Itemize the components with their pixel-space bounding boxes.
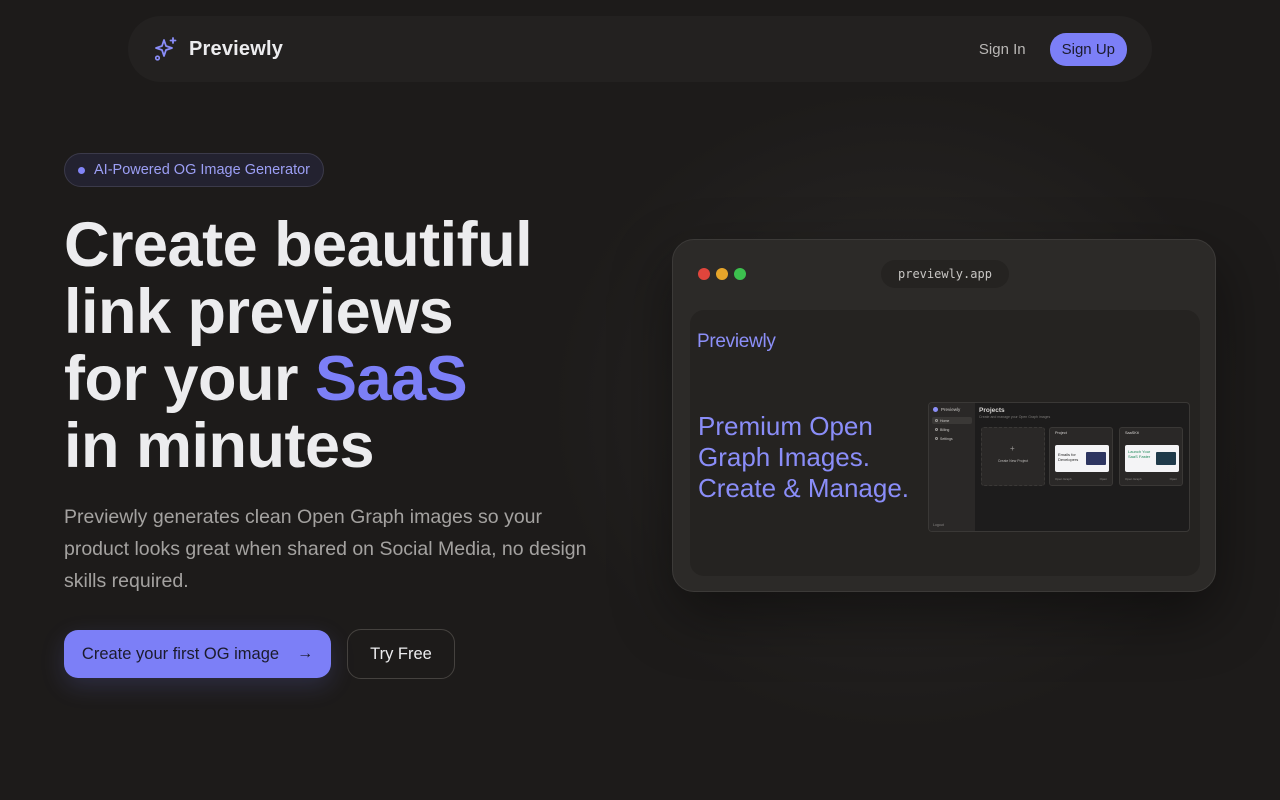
mini-title: Projects [979, 407, 1005, 414]
mini-thumb-image [1156, 452, 1176, 465]
mini-logo-icon [933, 407, 938, 412]
mini-project-thumbnail: Launch Your SaaS Faster [1125, 445, 1179, 472]
mini-footer-right: Open [1169, 477, 1177, 481]
mini-nav-label: Billing [940, 427, 950, 432]
headline-line-3-prefix: for your [64, 344, 316, 414]
badge-text: AI-Powered OG Image Generator [94, 162, 310, 178]
close-dot-icon [698, 268, 710, 280]
mini-footer-right: Open [1099, 477, 1107, 481]
headline-line-1: Create beautiful [64, 210, 533, 280]
mini-nav-label: Settings [940, 436, 953, 441]
headline-line-2: link previews [64, 277, 454, 347]
mini-create-card: + Create New Project [981, 427, 1045, 486]
mini-create-label: Create New Project [997, 459, 1029, 463]
plus-icon: + [1010, 444, 1015, 453]
mini-project-card: Project Emails for Developers Open Graph… [1049, 427, 1113, 486]
minimize-dot-icon [716, 268, 728, 280]
settings-icon [935, 437, 938, 440]
home-icon [935, 419, 938, 422]
mini-nav-billing: Billing [932, 426, 972, 433]
billing-icon [935, 428, 938, 431]
mini-project-name: SaaSKit [1125, 431, 1139, 435]
browser-mockup: previewly.app Previewly Premium Open Gra… [672, 239, 1216, 592]
headline-line-4: in minutes [64, 411, 375, 481]
mini-footer-left: Open Graph [1055, 477, 1072, 481]
cta-label: Create your first OG image [81, 644, 280, 663]
brand-name: Previewly [189, 37, 284, 60]
mini-logout: Logout [933, 523, 944, 527]
headline-accent: SaaS [315, 344, 468, 414]
brand[interactable]: Previewly [153, 36, 283, 62]
preview-brand: Previewly [697, 331, 776, 352]
sign-in-link[interactable]: Sign In [979, 41, 1026, 58]
window-controls [698, 268, 746, 280]
mini-project-thumbnail: Emails for Developers [1055, 445, 1109, 472]
sparkles-icon [154, 37, 177, 61]
mini-thumb-text: Emails for Developers [1058, 452, 1079, 462]
mini-nav-settings: Settings [932, 435, 972, 442]
mini-nav-label: Home [940, 418, 950, 423]
mini-thumb-image [1086, 452, 1106, 465]
try-free-button[interactable]: Try Free [347, 629, 455, 679]
mini-nav-home: Home [932, 417, 972, 424]
hero-subtext: Previewly generates clean Open Graph ima… [64, 506, 587, 592]
mini-brand-name: Previewly [941, 407, 961, 412]
arrow-right-icon: → [297, 645, 314, 662]
sign-up-button[interactable]: Sign Up [1049, 32, 1127, 66]
hero-badge: AI-Powered OG Image Generator [64, 153, 324, 187]
top-navbar: Previewly Sign In Sign Up [128, 16, 1152, 82]
mini-main: Projects Create and manage your Open Gra… [979, 407, 1050, 419]
url-bar: previewly.app [881, 260, 1009, 288]
maximize-dot-icon [734, 268, 746, 280]
hero-headline: Create beautiful link previews for your … [64, 212, 624, 480]
mini-sidebar: Previewly Home Billing Settings Logout [929, 403, 975, 531]
mini-project-footer: Open Graph Open [1055, 477, 1107, 481]
mini-subtitle: Create and manage your Open Graph images [979, 415, 1051, 419]
preview-headline: Premium Open Graph Images. Create & Mana… [698, 411, 910, 503]
mini-project-footer: Open Graph Open [1125, 477, 1177, 481]
nav-actions: Sign In Sign Up [979, 32, 1127, 66]
mini-footer-left: Open Graph [1125, 477, 1142, 481]
mini-thumb-text: Launch Your SaaS Faster [1128, 449, 1151, 459]
mini-brand: Previewly [933, 407, 960, 412]
mini-dashboard: Previewly Home Billing Settings Logout P… [928, 402, 1190, 532]
badge-dot [78, 166, 85, 174]
mini-project-name: Project [1055, 431, 1067, 435]
mini-project-card: SaaSKit Launch Your SaaS Faster Open Gra… [1119, 427, 1183, 486]
create-og-image-button[interactable]: Create your first OG image → [64, 630, 331, 678]
preview-screen: Previewly Premium Open Graph Images. Cre… [690, 310, 1200, 576]
